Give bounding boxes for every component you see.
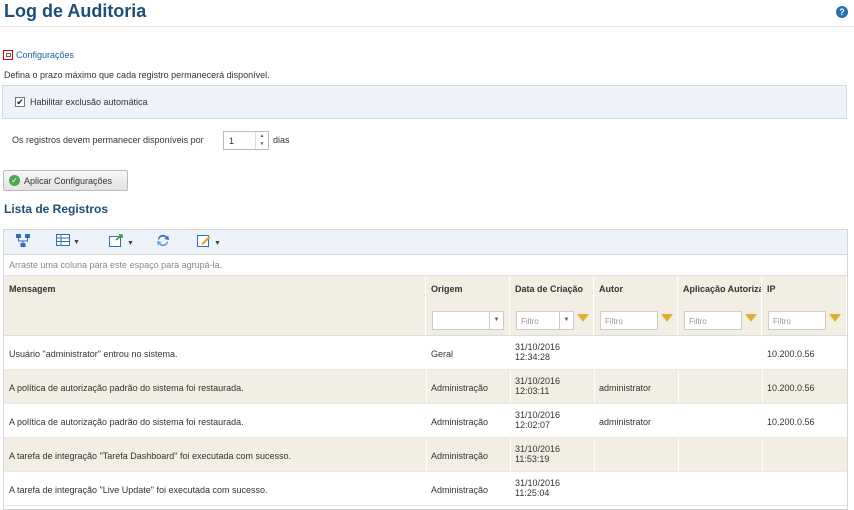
cell-authorized-app <box>678 472 762 505</box>
columns-icon[interactable]: ▼ <box>56 234 80 248</box>
grid-filter-row: ▼ Filtro ▼ Filtro Filtro Filtro <box>4 301 847 336</box>
cell-date: 31/10/2016 12:34:28 <box>515 342 561 362</box>
cell-date: 31/10/2016 11:25:04 <box>515 478 561 498</box>
filter-cell-ip: Filtro <box>762 301 847 335</box>
table-row[interactable]: A política de autorização padrão do sist… <box>4 404 847 438</box>
group-hint: Arraste uma coluna para este espaço para… <box>9 260 223 270</box>
grid-header: Mensagem Origem Data de Criação Autor Ap… <box>4 276 847 302</box>
cell-date: 31/10/2016 12:03:11 <box>515 376 561 396</box>
table-row[interactable]: A política de autorização padrão do sist… <box>4 370 847 404</box>
cell-authorized-app <box>678 438 762 471</box>
table-row[interactable]: Usuário "administrator" entrou no sistem… <box>4 336 847 370</box>
chevron-down-icon[interactable]: ▼ <box>489 312 503 329</box>
help-icon[interactable]: ? <box>836 6 848 18</box>
column-header-origin[interactable]: Origem <box>426 276 510 301</box>
cell-author: administrator <box>599 417 652 427</box>
apply-settings-label: Aplicar Configurações <box>24 176 113 186</box>
cell-ip <box>762 438 847 471</box>
cell-author <box>594 472 678 505</box>
edit-icon[interactable]: ▼ <box>197 234 221 248</box>
apply-settings-button[interactable]: ✓ Aplicar Configurações <box>3 170 128 191</box>
retention-days-stepper[interactable]: 1 ▲ ▼ <box>223 131 269 150</box>
filter-funnel-icon[interactable] <box>661 314 673 322</box>
column-header-author[interactable]: Autor <box>594 276 678 301</box>
check-circle-icon: ✓ <box>9 175 20 186</box>
cell-message: A política de autorização padrão do sist… <box>9 383 244 393</box>
export-icon[interactable]: ▼ <box>109 234 134 248</box>
cell-authorized-app <box>678 370 762 403</box>
collapse-toggle-icon[interactable] <box>3 50 13 60</box>
records-grid: ▼ ▼ ▼ Arraste uma coluna para este espaç… <box>3 229 848 510</box>
table-row[interactable]: A tarefa de integração "Live Update" foi… <box>4 472 847 506</box>
cell-date: 31/10/2016 11:53:19 <box>515 444 561 464</box>
auto-delete-panel: ✔ Habilitar exclusão automática <box>2 85 847 119</box>
cell-origin: Administração <box>431 451 489 461</box>
ip-filter-input[interactable]: Filtro <box>768 311 826 330</box>
filter-cell-date: Filtro ▼ <box>510 301 594 335</box>
hierarchy-icon[interactable] <box>16 234 30 248</box>
cell-author <box>594 438 678 471</box>
chevron-down-icon[interactable]: ▼ <box>127 240 134 247</box>
filter-funnel-icon[interactable] <box>745 314 757 322</box>
retention-days-value[interactable]: 1 <box>229 136 234 146</box>
filter-funnel-icon[interactable] <box>829 314 841 322</box>
author-filter-input[interactable]: Filtro <box>600 311 658 330</box>
cell-ip: 10.200.0.56 <box>767 349 815 359</box>
cell-message: Usuário "administrator" entrou no sistem… <box>9 349 178 359</box>
page-header: Log de Auditoria ? <box>0 0 854 27</box>
filter-funnel-icon[interactable] <box>577 314 589 322</box>
refresh-icon[interactable] <box>156 234 170 248</box>
cell-origin: Administração <box>431 383 489 393</box>
cell-ip <box>762 472 847 505</box>
chevron-down-icon[interactable]: ▼ <box>73 239 80 246</box>
cell-ip: 10.200.0.56 <box>767 417 815 427</box>
filter-cell-authorized-app: Filtro <box>678 301 762 335</box>
settings-toggle-link[interactable]: Configurações <box>16 50 74 60</box>
filter-cell-origin: ▼ <box>426 301 510 335</box>
cell-message: A tarefa de integração "Live Update" foi… <box>9 485 268 495</box>
cell-message: A política de autorização padrão do sist… <box>9 417 244 427</box>
auto-delete-checkbox[interactable]: ✔ <box>15 97 25 107</box>
chevron-down-icon[interactable]: ▼ <box>214 240 221 247</box>
chevron-down-icon[interactable]: ▼ <box>559 312 573 329</box>
column-header-ip[interactable]: IP <box>762 276 847 301</box>
cell-origin: Administração <box>431 485 489 495</box>
column-header-date[interactable]: Data de Criação <box>510 276 594 301</box>
cell-authorized-app <box>678 404 762 437</box>
cell-date: 31/10/2016 12:02:07 <box>515 410 561 430</box>
column-header-message[interactable]: Mensagem <box>4 276 426 301</box>
settings-description: Defina o prazo máximo que cada registro … <box>4 70 270 80</box>
table-row[interactable]: A tarefa de integração "Tarefa Dashboard… <box>4 438 847 472</box>
cell-origin: Administração <box>431 417 489 427</box>
origin-filter-select[interactable]: ▼ <box>432 311 504 330</box>
filter-cell-author: Filtro <box>594 301 678 335</box>
column-header-authorized-app[interactable]: Aplicação Autorizada <box>678 276 762 301</box>
grid-toolbar: ▼ ▼ ▼ <box>4 230 847 255</box>
retention-label: Os registros devem permanecer disponívei… <box>12 135 204 145</box>
filter-cell-message <box>4 301 426 335</box>
stepper-arrows-icon[interactable]: ▲ ▼ <box>255 132 268 149</box>
retention-unit: dias <box>273 135 290 145</box>
group-drop-area[interactable]: Arraste uma coluna para este espaço para… <box>4 255 847 276</box>
cell-author: administrator <box>599 383 652 393</box>
page-title: Log de Auditoria <box>4 1 147 21</box>
cell-origin: Geral <box>431 349 454 359</box>
cell-ip: 10.200.0.56 <box>767 383 815 393</box>
auto-delete-label: Habilitar exclusão automática <box>30 97 148 107</box>
records-list-title: Lista de Registros <box>4 202 109 216</box>
cell-authorized-app <box>678 336 762 369</box>
app-filter-input[interactable]: Filtro <box>684 311 742 330</box>
cell-message: A tarefa de integração "Tarefa Dashboard… <box>9 451 292 461</box>
cell-author <box>594 336 678 369</box>
date-filter-input[interactable]: Filtro ▼ <box>516 311 574 330</box>
